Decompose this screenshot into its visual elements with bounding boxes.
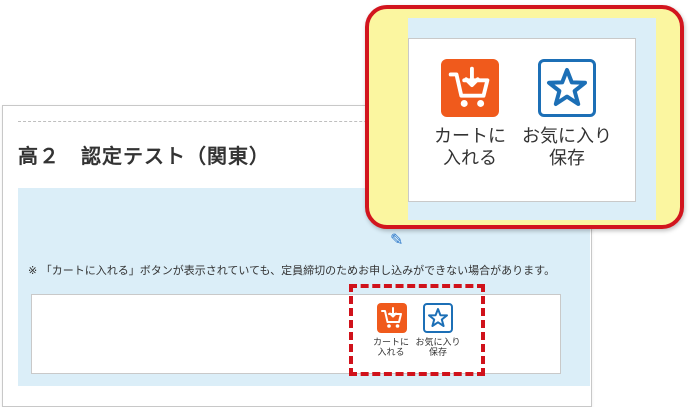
save-label-line1: お気に入り bbox=[522, 126, 612, 147]
save-favorite-button-enlarged[interactable] bbox=[538, 59, 596, 117]
cart-label-line1: カートに bbox=[434, 126, 506, 147]
cart-label-line2: 入れる bbox=[443, 148, 497, 169]
page-title: 高２ 認定テスト（関東） bbox=[18, 144, 270, 168]
cart-icon bbox=[448, 66, 490, 107]
pencil-icon: ✎ bbox=[390, 230, 404, 249]
star-icon bbox=[547, 68, 587, 106]
cart-button-label-enlarged: カートに 入れる bbox=[415, 126, 525, 170]
save-label-line2: 保存 bbox=[549, 148, 585, 169]
notice-text: ※ 「カートに入れる」ボタンが表示されていても、定員締切のためお申し込みができな… bbox=[28, 264, 556, 277]
highlight-box bbox=[349, 284, 485, 376]
add-to-cart-button-enlarged[interactable] bbox=[441, 59, 499, 117]
save-button-label-enlarged: お気に入り 保存 bbox=[512, 126, 622, 170]
